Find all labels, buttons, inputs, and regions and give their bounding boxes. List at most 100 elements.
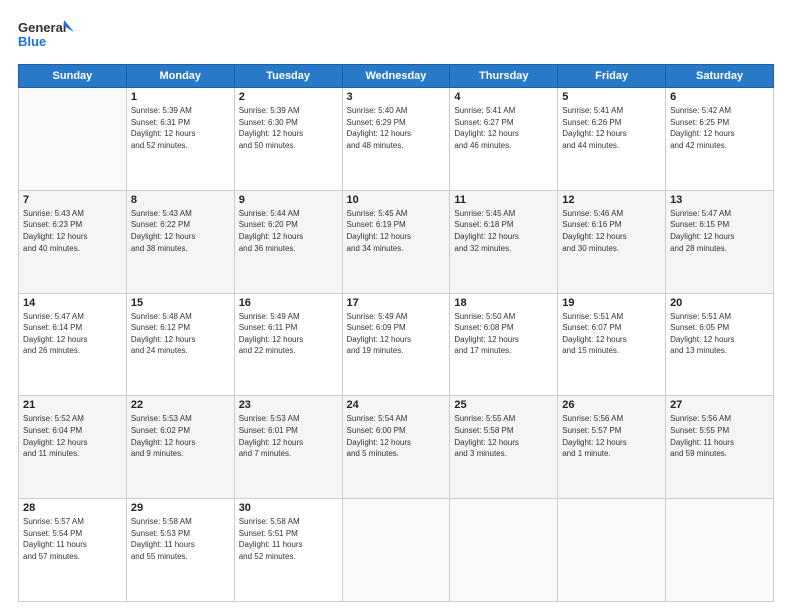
cell-5-7 xyxy=(666,499,774,602)
cell-info: Sunrise: 5:52 AM Sunset: 6:04 PM Dayligh… xyxy=(23,413,122,459)
calendar-body: 1 Sunrise: 5:39 AM Sunset: 6:31 PM Daylig… xyxy=(19,88,774,602)
cell-info: Sunrise: 5:41 AM Sunset: 6:27 PM Dayligh… xyxy=(454,105,553,151)
cell-5-3: 30 Sunrise: 5:58 AM Sunset: 5:51 PM Dayli… xyxy=(234,499,342,602)
week-row-1: 1 Sunrise: 5:39 AM Sunset: 6:31 PM Daylig… xyxy=(19,88,774,191)
cell-2-3: 9Sunrise: 5:44 AM Sunset: 6:20 PM Daylig… xyxy=(234,190,342,293)
cell-info: Sunrise: 5:39 AM Sunset: 6:31 PM Dayligh… xyxy=(131,105,230,151)
svg-text:General: General xyxy=(18,20,66,35)
cell-info: Sunrise: 5:47 AM Sunset: 6:14 PM Dayligh… xyxy=(23,311,122,357)
week-row-2: 7Sunrise: 5:43 AM Sunset: 6:23 PM Daylig… xyxy=(19,190,774,293)
cell-4-7: 27 Sunrise: 5:56 AM Sunset: 5:55 PM Dayli… xyxy=(666,396,774,499)
cell-info: Sunrise: 5:49 AM Sunset: 6:09 PM Dayligh… xyxy=(347,311,446,357)
day-number: 4 xyxy=(454,91,553,103)
cell-3-3: 16 Sunrise: 5:49 AM Sunset: 6:11 PM Dayli… xyxy=(234,293,342,396)
cell-info: Sunrise: 5:51 AM Sunset: 6:05 PM Dayligh… xyxy=(670,311,769,357)
cell-info: Sunrise: 5:53 AM Sunset: 6:01 PM Dayligh… xyxy=(239,413,338,459)
cell-1-5: 4 Sunrise: 5:41 AM Sunset: 6:27 PM Daylig… xyxy=(450,88,558,191)
cell-2-2: 8 Sunrise: 5:43 AM Sunset: 6:22 PM Daylig… xyxy=(126,190,234,293)
cell-1-6: 5Sunrise: 5:41 AM Sunset: 6:26 PM Daylig… xyxy=(558,88,666,191)
cell-info: Sunrise: 5:58 AM Sunset: 5:53 PM Dayligh… xyxy=(131,516,230,562)
logo: GeneralBlue xyxy=(18,18,78,54)
day-number: 21 xyxy=(23,399,122,411)
cell-info: Sunrise: 5:57 AM Sunset: 5:54 PM Dayligh… xyxy=(23,516,122,562)
cell-info: Sunrise: 5:46 AM Sunset: 6:16 PM Dayligh… xyxy=(562,208,661,254)
cell-1-7: 6Sunrise: 5:42 AM Sunset: 6:25 PM Daylig… xyxy=(666,88,774,191)
cell-2-4: 10Sunrise: 5:45 AM Sunset: 6:19 PM Dayli… xyxy=(342,190,450,293)
cell-1-4: 3 Sunrise: 5:40 AM Sunset: 6:29 PM Daylig… xyxy=(342,88,450,191)
cell-info: Sunrise: 5:47 AM Sunset: 6:15 PM Dayligh… xyxy=(670,208,769,254)
header: GeneralBlue xyxy=(18,18,774,54)
cell-5-5 xyxy=(450,499,558,602)
cell-info: Sunrise: 5:48 AM Sunset: 6:12 PM Dayligh… xyxy=(131,311,230,357)
week-row-5: 28 Sunrise: 5:57 AM Sunset: 5:54 PM Dayli… xyxy=(19,499,774,602)
cell-1-2: 1 Sunrise: 5:39 AM Sunset: 6:31 PM Daylig… xyxy=(126,88,234,191)
day-number: 26 xyxy=(562,399,661,411)
col-header-monday: Monday xyxy=(126,65,234,88)
cell-4-1: 21 Sunrise: 5:52 AM Sunset: 6:04 PM Dayli… xyxy=(19,396,127,499)
day-number: 2 xyxy=(239,91,338,103)
day-number: 3 xyxy=(347,91,446,103)
day-number: 25 xyxy=(454,399,553,411)
cell-info: Sunrise: 5:42 AM Sunset: 6:25 PM Dayligh… xyxy=(670,105,769,151)
cell-5-2: 29 Sunrise: 5:58 AM Sunset: 5:53 PM Dayli… xyxy=(126,499,234,602)
cell-5-1: 28 Sunrise: 5:57 AM Sunset: 5:54 PM Dayli… xyxy=(19,499,127,602)
day-number: 18 xyxy=(454,297,553,309)
day-number: 8 xyxy=(131,194,230,206)
cell-4-5: 25 Sunrise: 5:55 AM Sunset: 5:58 PM Dayli… xyxy=(450,396,558,499)
day-number: 5 xyxy=(562,91,661,103)
cell-3-7: 20 Sunrise: 5:51 AM Sunset: 6:05 PM Dayli… xyxy=(666,293,774,396)
cell-2-6: 12 Sunrise: 5:46 AM Sunset: 6:16 PM Dayli… xyxy=(558,190,666,293)
cell-2-1: 7Sunrise: 5:43 AM Sunset: 6:23 PM Daylig… xyxy=(19,190,127,293)
cell-3-6: 19Sunrise: 5:51 AM Sunset: 6:07 PM Dayli… xyxy=(558,293,666,396)
day-number: 22 xyxy=(131,399,230,411)
logo-svg: GeneralBlue xyxy=(18,18,78,54)
cell-info: Sunrise: 5:56 AM Sunset: 5:55 PM Dayligh… xyxy=(670,413,769,459)
cell-info: Sunrise: 5:39 AM Sunset: 6:30 PM Dayligh… xyxy=(239,105,338,151)
day-number: 13 xyxy=(670,194,769,206)
cell-2-5: 11Sunrise: 5:45 AM Sunset: 6:18 PM Dayli… xyxy=(450,190,558,293)
cell-3-4: 17 Sunrise: 5:49 AM Sunset: 6:09 PM Dayli… xyxy=(342,293,450,396)
cell-info: Sunrise: 5:49 AM Sunset: 6:11 PM Dayligh… xyxy=(239,311,338,357)
cell-4-3: 23 Sunrise: 5:53 AM Sunset: 6:01 PM Dayli… xyxy=(234,396,342,499)
cell-info: Sunrise: 5:50 AM Sunset: 6:08 PM Dayligh… xyxy=(454,311,553,357)
day-number: 7 xyxy=(23,194,122,206)
cell-3-2: 15Sunrise: 5:48 AM Sunset: 6:12 PM Dayli… xyxy=(126,293,234,396)
day-number: 30 xyxy=(239,502,338,514)
cell-4-6: 26 Sunrise: 5:56 AM Sunset: 5:57 PM Dayli… xyxy=(558,396,666,499)
cell-5-4 xyxy=(342,499,450,602)
cell-4-4: 24 Sunrise: 5:54 AM Sunset: 6:00 PM Dayli… xyxy=(342,396,450,499)
cell-1-3: 2 Sunrise: 5:39 AM Sunset: 6:30 PM Daylig… xyxy=(234,88,342,191)
day-number: 14 xyxy=(23,297,122,309)
col-header-sunday: Sunday xyxy=(19,65,127,88)
week-row-3: 14 Sunrise: 5:47 AM Sunset: 6:14 PM Dayli… xyxy=(19,293,774,396)
svg-text:Blue: Blue xyxy=(18,34,46,49)
day-number: 1 xyxy=(131,91,230,103)
day-number: 16 xyxy=(239,297,338,309)
day-number: 17 xyxy=(347,297,446,309)
day-number: 20 xyxy=(670,297,769,309)
cell-info: Sunrise: 5:40 AM Sunset: 6:29 PM Dayligh… xyxy=(347,105,446,151)
cell-info: Sunrise: 5:53 AM Sunset: 6:02 PM Dayligh… xyxy=(131,413,230,459)
cell-4-2: 22 Sunrise: 5:53 AM Sunset: 6:02 PM Dayli… xyxy=(126,396,234,499)
column-headers: SundayMondayTuesdayWednesdayThursdayFrid… xyxy=(19,65,774,88)
col-header-saturday: Saturday xyxy=(666,65,774,88)
cell-info: Sunrise: 5:54 AM Sunset: 6:00 PM Dayligh… xyxy=(347,413,446,459)
day-number: 29 xyxy=(131,502,230,514)
day-number: 12 xyxy=(562,194,661,206)
cell-3-1: 14 Sunrise: 5:47 AM Sunset: 6:14 PM Dayli… xyxy=(19,293,127,396)
day-number: 11 xyxy=(454,194,553,206)
calendar-table: SundayMondayTuesdayWednesdayThursdayFrid… xyxy=(18,64,774,602)
day-number: 24 xyxy=(347,399,446,411)
day-number: 27 xyxy=(670,399,769,411)
cell-info: Sunrise: 5:56 AM Sunset: 5:57 PM Dayligh… xyxy=(562,413,661,459)
cell-5-6 xyxy=(558,499,666,602)
col-header-wednesday: Wednesday xyxy=(342,65,450,88)
cell-info: Sunrise: 5:43 AM Sunset: 6:22 PM Dayligh… xyxy=(131,208,230,254)
day-number: 23 xyxy=(239,399,338,411)
cell-info: Sunrise: 5:55 AM Sunset: 5:58 PM Dayligh… xyxy=(454,413,553,459)
day-number: 28 xyxy=(23,502,122,514)
cell-info: Sunrise: 5:58 AM Sunset: 5:51 PM Dayligh… xyxy=(239,516,338,562)
week-row-4: 21 Sunrise: 5:52 AM Sunset: 6:04 PM Dayli… xyxy=(19,396,774,499)
cell-info: Sunrise: 5:51 AM Sunset: 6:07 PM Dayligh… xyxy=(562,311,661,357)
col-header-tuesday: Tuesday xyxy=(234,65,342,88)
